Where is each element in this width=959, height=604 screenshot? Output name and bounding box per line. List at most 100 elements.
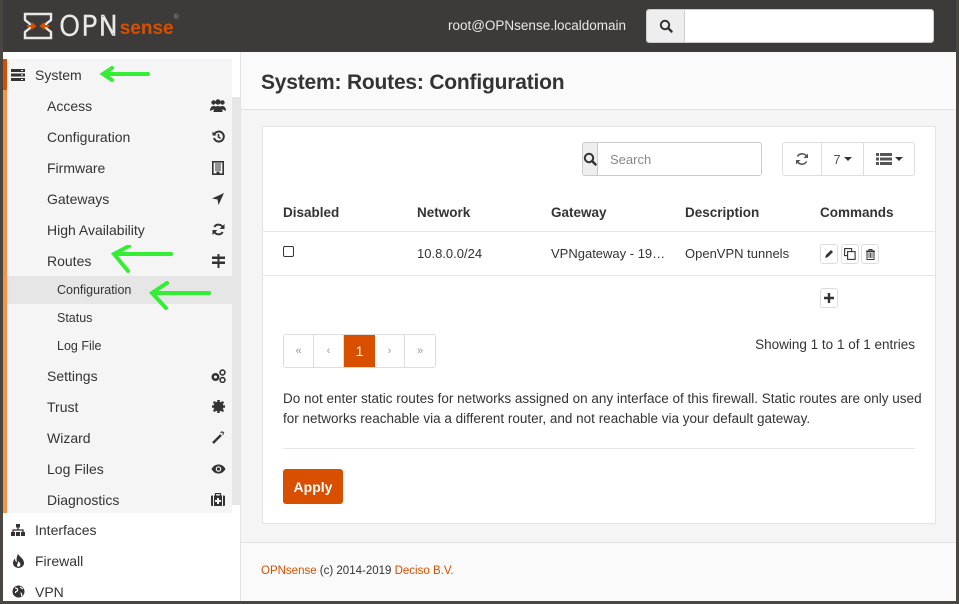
logo-mark-icon [23,12,53,40]
logo-sense-text: sense [119,18,174,39]
logo-opn-text: OPN [58,10,120,42]
sidebar-section-label: VPN [35,583,64,600]
page-first-button[interactable]: « [284,335,314,367]
location-arrow-icon [210,191,226,207]
page-footer: OPNsense (c) 2014-2019 Deciso B.V. [241,542,956,601]
server-icon [11,68,25,82]
sidebar-section-firewall[interactable]: Firewall [3,545,232,576]
row-count-value: 7 [833,151,841,167]
clone-button[interactable] [841,244,859,264]
refresh-button[interactable] [783,143,822,175]
page-next-button[interactable]: › [375,335,405,367]
sidebar-item-settings[interactable]: Settings [7,360,232,391]
sidebar-item-label: Gateways [47,190,110,207]
column-select-dropdown[interactable] [864,143,914,175]
eye-icon [210,461,226,477]
sidebar-item-diagnostics[interactable]: Diagnostics [7,484,232,515]
history-icon [210,129,226,145]
fire-icon [11,553,25,568]
column-header-disabled[interactable]: Disabled [283,205,339,220]
grid-toolbar: 7 [782,142,915,176]
sidebar-scrollbar[interactable] [232,97,240,505]
trash-icon [865,248,875,260]
pencil-icon [825,250,833,258]
table-header-row: Disabled Network Gateway Description Com… [263,195,935,232]
caret-down-icon [894,157,903,161]
row-count-dropdown[interactable]: 7 [822,143,864,175]
routes-table: Disabled Network Gateway Description Com… [263,195,935,321]
routes-card: 7 Disabled Network Gateway Description C… [262,126,936,524]
sidebar-item-firmware[interactable]: Firmware [7,152,232,183]
sidebar-subitem-label: Configuration [57,283,132,297]
page-last-button[interactable]: » [405,335,435,367]
sidebar-subitem-routes-configuration[interactable]: Configuration [7,276,232,304]
footer-text: OPNsense (c) 2014-2019 Deciso B.V. [261,565,454,577]
sidebar-item-label: Wizard [47,429,91,446]
footer-deciso-link[interactable]: Deciso B.V. [395,565,454,577]
entries-info: Showing 1 to 1 of 1 entries [755,337,915,352]
column-header-description[interactable]: Description [685,205,759,220]
system-submenu: Access Configuration Firmware Gateways H… [3,90,232,513]
sitemap-icon [11,523,25,537]
sidebar-item-label: Trust [47,398,79,415]
pagination: « ‹ 1 › » [283,334,436,368]
sidebar-item-configuration[interactable]: Configuration [7,121,232,152]
sidebar-item-label: Diagnostics [47,491,120,508]
sidebar-item-log-files[interactable]: Log Files [7,453,232,484]
sidebar-item-gateways[interactable]: Gateways [7,183,232,214]
sidebar-item-access[interactable]: Access [7,90,232,121]
magic-icon [210,430,226,446]
table-footer-row [263,276,935,321]
delete-button[interactable] [861,244,879,264]
logo-registered-mark: ® [173,14,179,21]
grid-search-input[interactable] [598,143,761,175]
plus-icon [824,293,834,303]
sidebar-subitem-routes-log-file[interactable]: Log File [7,332,232,360]
edit-button[interactable] [820,244,838,264]
sidebar-subitem-label: Log File [57,339,102,353]
grid-search-button[interactable] [583,143,598,175]
sidebar-subitem-label: Status [57,311,93,325]
user-account-label[interactable]: root@OPNsense.localdomain [448,18,626,33]
cell-network: 10.8.0.0/24 [417,246,483,261]
routes-help-note: Do not enter static routes for networks … [283,391,922,426]
column-header-network[interactable]: Network [417,205,470,220]
sidebar-item-trust[interactable]: Trust [7,391,232,422]
users-icon [210,98,226,114]
list-icon [875,153,892,165]
global-search [646,9,934,43]
sidebar-item-high-availability[interactable]: High Availability [7,214,232,245]
page-current-button[interactable]: 1 [344,335,375,367]
global-search-input[interactable] [685,10,933,42]
opnsense-logo[interactable]: OPN sense ® [23,10,179,42]
sidebar: System Access Configuration Firmware Gat… [3,52,240,601]
page-prev-button[interactable]: ‹ [314,335,344,367]
page-header: System: Routes: Configuration [241,52,956,110]
caret-down-icon [843,157,852,161]
sidebar-subitem-routes-status[interactable]: Status [7,304,232,332]
add-route-button[interactable] [820,288,838,308]
sidebar-section-vpn[interactable]: VPN [3,576,232,601]
sidebar-section-label: System [35,66,82,83]
sidebar-item-label: Firmware [47,159,106,176]
divider [283,448,915,449]
medkit-icon [210,492,226,508]
disabled-checkbox[interactable] [283,246,294,257]
global-search-button[interactable] [647,10,685,42]
column-header-commands: Commands [820,205,894,220]
footer-opnsense-link[interactable]: OPNsense [261,565,317,577]
sidebar-item-label: Access [47,97,93,114]
building-icon [210,160,226,176]
signpost-icon [210,253,226,269]
sidebar-section-label: Interfaces [35,521,97,538]
sidebar-item-routes[interactable]: Routes [7,245,232,276]
table-row[interactable]: 10.8.0.0/24 VPNgateway - 19… OpenVPN tun… [263,232,935,276]
sidebar-section-system[interactable]: System [3,59,232,90]
sidebar-section-interfaces[interactable]: Interfaces [3,514,232,545]
sidebar-item-label: High Availability [47,221,145,238]
sidebar-item-wizard[interactable]: Wizard [7,422,232,453]
cell-gateway: VPNgateway - 19… [551,246,666,261]
apply-button[interactable]: Apply [283,469,343,504]
column-header-gateway[interactable]: Gateway [551,205,607,220]
cogs-icon [210,368,226,384]
